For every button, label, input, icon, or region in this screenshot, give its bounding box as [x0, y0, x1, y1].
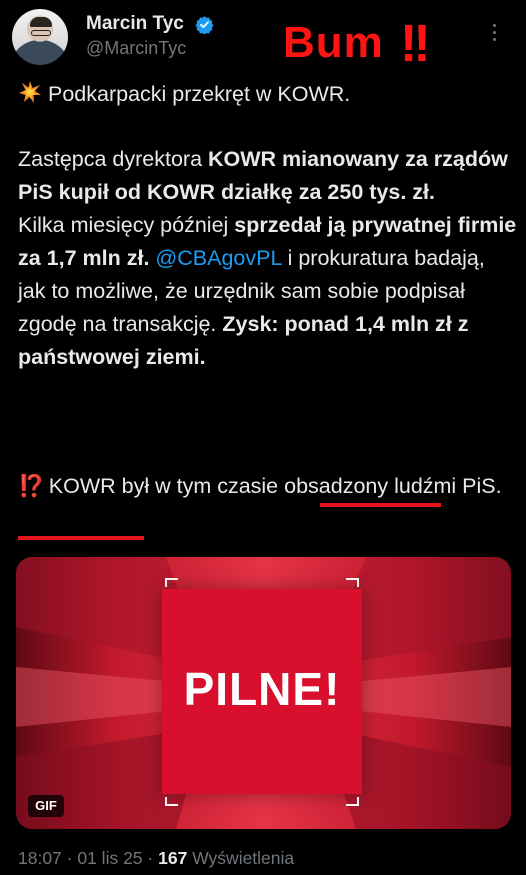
red-underline-2	[18, 536, 144, 540]
collision-emoji	[19, 81, 41, 103]
mention-link[interactable]: @CBAgovPL	[155, 246, 281, 270]
red-underline-1	[320, 503, 441, 507]
tweet-date[interactable]: 01 lis 25	[77, 848, 142, 868]
para-text-1: Zastępca dyrektora	[18, 147, 209, 171]
gif-badge: GIF	[28, 795, 64, 817]
author-handle[interactable]: @MarcinTyc	[86, 38, 186, 59]
tweet-header: Marcin Tyc @MarcinTyc Bum !!	[0, 0, 526, 80]
more-options-icon[interactable]	[492, 24, 498, 44]
overlay-bum-text: Bum	[283, 18, 384, 67]
overlay-exclamation: !!	[400, 15, 431, 73]
headline-text: Podkarpacki przekręt w KOWR.	[48, 82, 351, 106]
tweet-time[interactable]: 18:07	[18, 848, 62, 868]
closing-text: KOWR był w tym czasie obsadzony ludźmi P…	[48, 474, 502, 498]
pilne-panel: PILNE!	[162, 589, 362, 794]
tweet-meta: 18:07 · 01 lis 25 · 167 Wyświetlenia	[18, 848, 295, 868]
tweet-paragraph: Zastępca dyrektora KOWR mianowany za rzą…	[18, 143, 518, 374]
avatar-hair	[30, 17, 52, 27]
avatar-glasses	[31, 30, 51, 36]
author-name[interactable]: Marcin Tyc	[86, 13, 184, 35]
tweet-headline: Podkarpacki przekręt w KOWR.	[18, 78, 518, 111]
avatar[interactable]	[12, 9, 68, 65]
views-label: Wyświetlenia	[192, 848, 295, 868]
media-title: PILNE!	[183, 663, 341, 715]
para-text-2: Kilka miesięcy później	[18, 213, 235, 237]
media-gif[interactable]: PILNE! GIF	[16, 557, 511, 829]
exclamation-question-emoji: ⁉️	[18, 474, 45, 498]
views-count: 167	[158, 848, 188, 868]
tweet-closing: ⁉️ KOWR był w tym czasie obsadzony ludźmi…	[18, 470, 518, 503]
verified-badge-icon	[195, 16, 214, 34]
